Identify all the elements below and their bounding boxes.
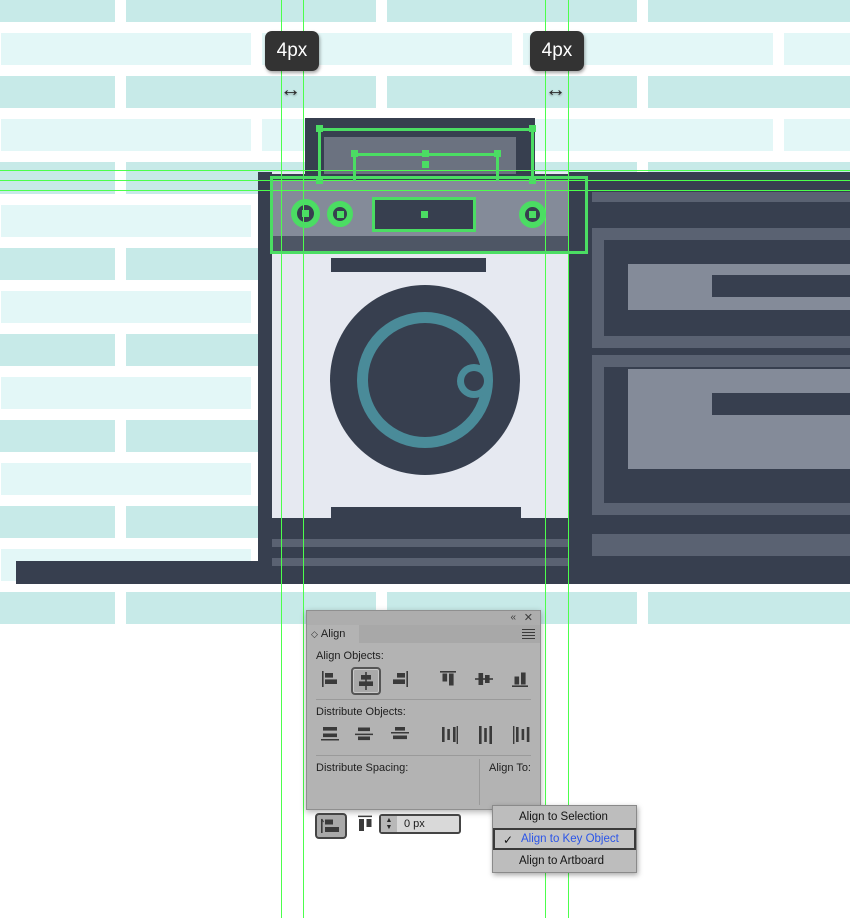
align-right-edges-button[interactable]	[387, 667, 413, 691]
double-arrow-icon: ↔	[280, 78, 301, 101]
distribute-bottom-edges-button[interactable]	[387, 723, 413, 747]
check-icon: ✓	[503, 833, 514, 847]
washer-upper-notch	[331, 258, 486, 272]
sel-top-cover-top	[318, 128, 534, 131]
wall-tile	[387, 0, 637, 22]
anchor-point	[529, 125, 536, 132]
distribute-spacing-label: Distribute Spacing:	[316, 762, 409, 774]
anchor-point	[529, 211, 536, 218]
distribute-top-edges-button[interactable]	[317, 723, 343, 747]
menu-item-label: Align to Selection	[519, 811, 608, 823]
cabinet-shelf-1-item-dark	[712, 275, 850, 297]
anchor-point	[422, 161, 429, 168]
anchor-point	[302, 210, 309, 217]
cabinet-top-rail	[592, 192, 850, 202]
distribute-objects-label: Distribute Objects:	[316, 706, 406, 718]
distribute-right-edges-button[interactable]	[509, 723, 535, 747]
wall-tile	[0, 0, 115, 22]
menu-item[interactable]: Align to Artboard	[493, 850, 636, 872]
wall-tile	[1, 377, 251, 409]
illustrator-canvas: 4px ↔ 4px ↔ « ✕ ◇ Align Align Objects: Dist…	[0, 0, 850, 918]
menu-item-label: Align to Artboard	[519, 855, 605, 867]
menu-item-label: Align to Key Object	[521, 833, 619, 845]
divider-1	[316, 699, 531, 700]
wall-tile	[126, 0, 376, 22]
align-to-menu[interactable]: Align to Selection ✓ Align to Key Object Al…	[492, 805, 637, 873]
washer-base-stripe-2	[272, 558, 568, 566]
wall-tile	[784, 119, 850, 151]
align-panel-titlebar[interactable]: « ✕	[307, 611, 540, 625]
distribute-horizontal-center-button[interactable]	[473, 723, 499, 747]
divider-3	[479, 759, 480, 805]
cabinet-shelf-2-item	[628, 369, 850, 469]
wall-tile	[648, 0, 850, 22]
wall-tile	[1, 205, 251, 237]
vertical-guide-2	[303, 0, 304, 918]
align-panel-body: Align Objects: Distribute Objects: Distr…	[307, 643, 540, 839]
anchor-point	[422, 150, 429, 157]
washer-door-latch-inner	[464, 371, 484, 391]
vertical-guide-4	[568, 0, 569, 918]
wall-tile	[0, 420, 115, 452]
wall-tile	[784, 33, 850, 65]
align-left-edges-button[interactable]	[317, 667, 343, 691]
horizontal-distribute-space-button[interactable]	[351, 813, 379, 835]
measurement-badge: 4px	[530, 31, 584, 71]
align-panel-tabstrip: ◇ Align	[307, 625, 540, 643]
sel-top-cover-right	[531, 128, 534, 180]
vertical-guide-1	[281, 0, 282, 918]
wall-tile	[648, 76, 850, 108]
collapse-icon[interactable]: «	[510, 612, 516, 623]
vertical-distribute-space-button[interactable]	[315, 813, 347, 839]
anchor-point	[337, 211, 344, 218]
horizontal-guide-1	[0, 170, 850, 171]
align-objects-label: Align Objects:	[316, 650, 384, 662]
hamburger-icon[interactable]	[522, 629, 535, 639]
align-bottom-edges-button[interactable]	[507, 667, 533, 691]
vertical-guide-3	[545, 0, 546, 918]
diamond-caret-icon: ◇	[311, 628, 318, 639]
wall-tile	[1, 33, 251, 65]
align-panel[interactable]: « ✕ ◇ Align Align Objects: Distribute Ob…	[306, 610, 541, 839]
align-horizontal-center-button[interactable]	[351, 667, 381, 695]
wall-tile	[1, 463, 251, 495]
anchor-point	[351, 150, 358, 157]
close-icon[interactable]: ✕	[524, 611, 533, 624]
cabinet-bottom-rail	[592, 534, 850, 556]
align-vertical-center-button[interactable]	[471, 667, 497, 691]
tab-align-label: Align	[320, 628, 346, 640]
wall-tile	[648, 592, 850, 624]
align-top-edges-button[interactable]	[435, 667, 461, 691]
wall-tile	[387, 76, 637, 108]
distribute-left-edges-button[interactable]	[437, 723, 463, 747]
menu-item[interactable]: Align to Selection	[493, 806, 636, 828]
washer-base	[272, 518, 568, 584]
wall-tile	[0, 334, 115, 366]
wall-tile	[523, 119, 773, 151]
divider-2	[316, 755, 531, 756]
anchor-point	[494, 150, 501, 157]
spacing-value: 0 px	[404, 818, 425, 830]
menu-item[interactable]: ✓ Align to Key Object	[493, 828, 636, 850]
cabinet-shelf-2-item-dark	[712, 393, 850, 415]
double-arrow-icon: ↔	[545, 78, 566, 101]
spacing-input[interactable]: ▲ ▼ 0 px	[379, 814, 461, 834]
stepper-arrows-icon[interactable]: ▲ ▼	[381, 816, 397, 832]
align-to-label: Align To:	[489, 762, 531, 774]
wall-tile	[0, 248, 115, 280]
wall-tile	[1, 291, 251, 323]
wall-tile	[0, 506, 115, 538]
anchor-point	[316, 125, 323, 132]
measurement-badge: 4px	[265, 31, 319, 71]
sel-top-cover-left	[318, 128, 321, 180]
washer-base-stripe-1	[272, 539, 568, 547]
wall-tile	[126, 76, 376, 108]
anchor-point	[421, 211, 428, 218]
tab-align[interactable]: ◇ Align	[307, 625, 359, 643]
distribute-vertical-center-button[interactable]	[351, 723, 377, 747]
wall-tile	[1, 119, 251, 151]
wall-tile	[0, 76, 115, 108]
floor-baseboard	[16, 561, 258, 584]
wall-tile	[0, 592, 115, 624]
